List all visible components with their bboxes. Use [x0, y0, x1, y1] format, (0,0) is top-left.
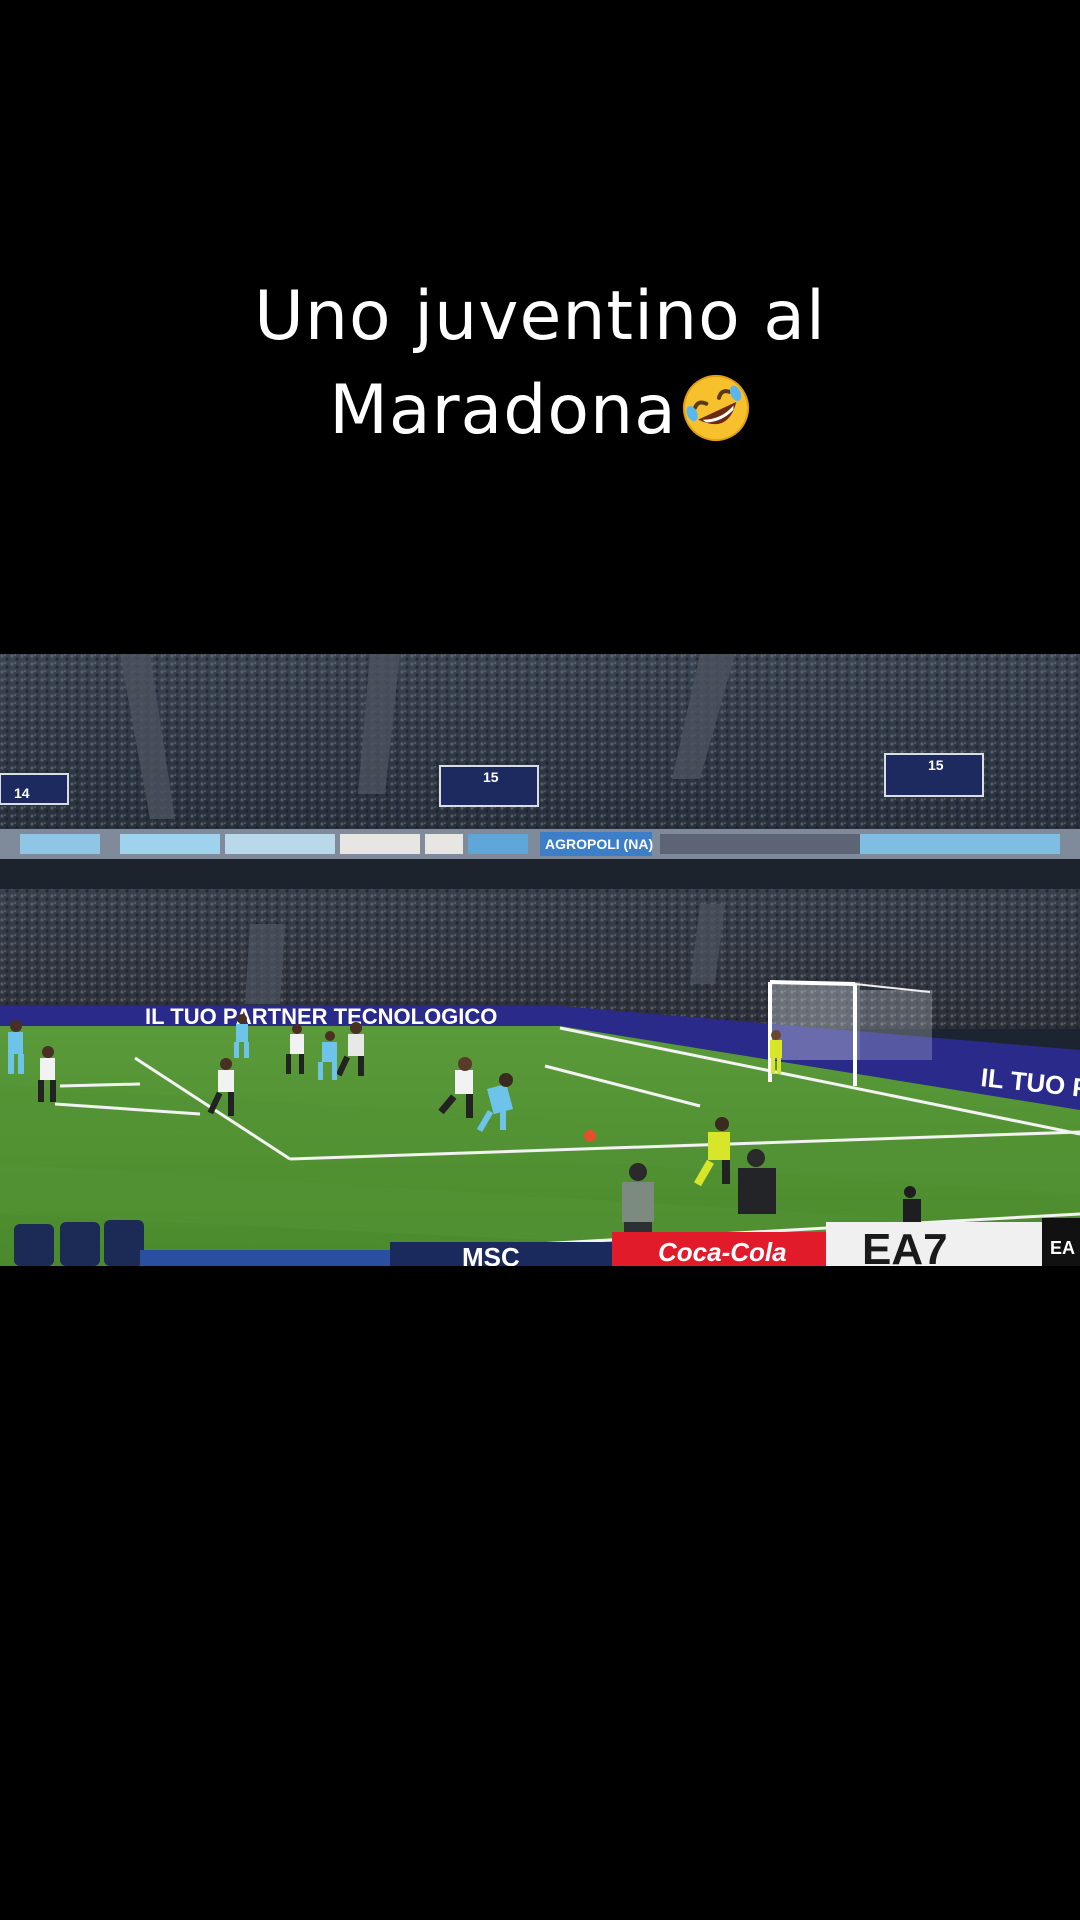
msc-ad: MSC: [462, 1242, 520, 1266]
coca-cola-ad: Coca-Cola: [658, 1237, 787, 1266]
ea-sports-ad: EA: [1050, 1238, 1075, 1258]
caption-line-2: Maradona: [0, 364, 1080, 458]
svg-text:14: 14: [14, 785, 30, 801]
svg-text:15: 15: [483, 769, 499, 785]
post-caption: Uno juventino al Maradona: [0, 270, 1080, 458]
stand-number-sign: 15: [439, 765, 539, 807]
video-post-screen: Uno juventino al Maradona 14 15 15 AGROP…: [0, 0, 1080, 1920]
rolling-on-floor-laughing-emoji-icon: [682, 375, 749, 441]
caption-line-2-text: Maradona: [329, 371, 677, 450]
bench-seats: [14, 1220, 144, 1266]
stand-number-sign: 14: [0, 773, 69, 805]
upper-board-sponsor: AGROPOLI (NA): [545, 836, 653, 852]
led-board-text: IL TUO PARTNER TECNOLOGICO: [145, 1004, 497, 1029]
ea7-ad: EA7: [862, 1225, 948, 1266]
svg-text:15: 15: [928, 757, 944, 773]
football-match-scene: 14 15 15 AGROPOLI (NA) IL TUO PARTNER TE…: [0, 654, 1080, 1266]
stand-number-sign: 15: [884, 753, 984, 797]
video-frame[interactable]: 14 15 15 AGROPOLI (NA) IL TUO PARTNER TE…: [0, 654, 1080, 1266]
ball: [584, 1130, 596, 1142]
caption-line-1: Uno juventino al: [254, 277, 826, 356]
